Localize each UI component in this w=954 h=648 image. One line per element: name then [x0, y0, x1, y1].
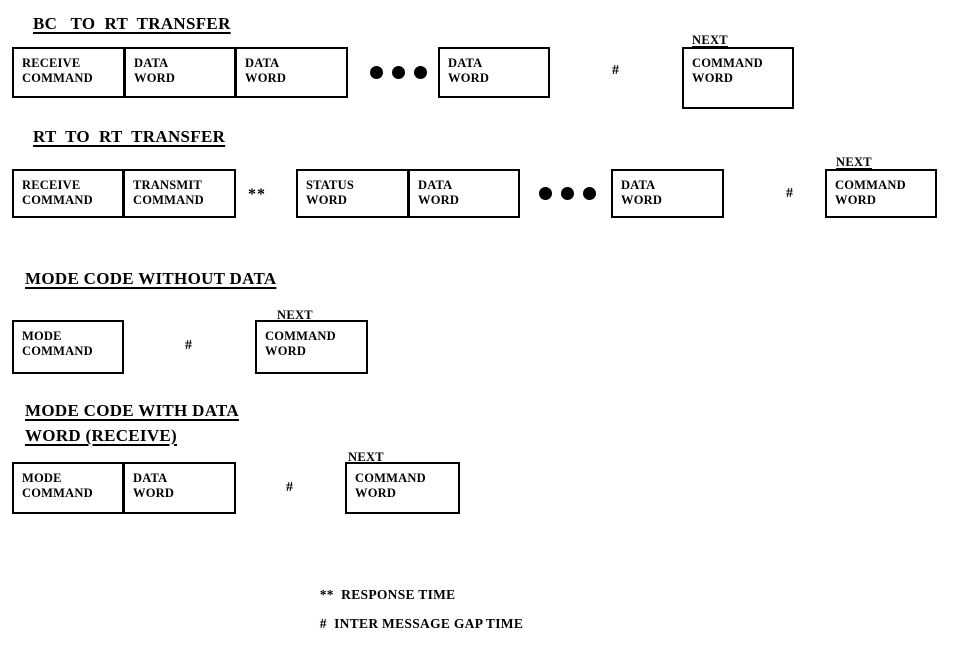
box-line-2: WORD [835, 193, 877, 207]
box-line-2: WORD [621, 193, 663, 207]
dot-icon [561, 187, 574, 200]
box-line-1: RECEIVE [22, 178, 81, 192]
box-line-2: WORD [134, 71, 176, 85]
section-title-mode-code-with-data-line1: MODE CODE WITH DATA [25, 401, 239, 420]
gap-time-marker-bc-to-rt: # [612, 63, 619, 78]
diagram-canvas: BC TO RT TRANSFER RECEIVE COMMAND DATA W… [0, 0, 954, 631]
box-line-1: RECEIVE [22, 56, 81, 70]
next-label-bc-to-rt: NEXT [692, 33, 728, 47]
section-title-mode-code-without-data: MODE CODE WITHOUT DATA [25, 269, 277, 288]
legend-symbol-inter-message-gap-time: # [319, 616, 327, 631]
next-label-rt-to-rt: NEXT [836, 155, 872, 169]
box-line-2: WORD [355, 486, 397, 500]
box-line-1: STATUS [306, 178, 354, 192]
message-box-status-word-rt: STATUS WORD [296, 169, 409, 218]
box-line-2: WORD [418, 193, 460, 207]
box-line-2: COMMAND [22, 486, 93, 500]
box-line-2: WORD [448, 71, 490, 85]
message-box-receive-command: RECEIVE COMMAND [12, 47, 125, 98]
box-line-2: COMMAND [22, 344, 93, 358]
dot-icon [583, 187, 596, 200]
box-line-1: DATA [134, 56, 169, 70]
dot-icon [370, 66, 383, 79]
box-line-2: WORD [306, 193, 348, 207]
box-line-1: COMMAND [355, 471, 426, 485]
message-box-next-command-word-mode-code-without-data: COMMAND WORD [255, 320, 368, 374]
section-title-rt-to-rt-transfer: RT TO RT TRANSFER [33, 127, 226, 146]
box-line-2: COMMAND [22, 193, 93, 207]
box-line-2: COMMAND [22, 71, 93, 85]
gap-time-marker-mode-code-without-data: # [185, 338, 192, 353]
dot-icon [392, 66, 405, 79]
legend-text-inter-message-gap-time: INTER MESSAGE GAP TIME [334, 616, 524, 631]
gap-time-marker-mode-code-with-data: # [286, 480, 293, 495]
box-line-1: MODE [22, 329, 62, 343]
box-line-1: DATA [621, 178, 656, 192]
message-box-data-word-with-data: DATA WORD [123, 462, 236, 514]
box-line-2: WORD [245, 71, 287, 85]
box-line-1: DATA [448, 56, 483, 70]
message-box-mode-command-with-data: MODE COMMAND [12, 462, 124, 514]
box-line-1: DATA [133, 471, 168, 485]
box-line-1: COMMAND [692, 56, 763, 70]
box-line-1: COMMAND [265, 329, 336, 343]
box-line-1: MODE [22, 471, 62, 485]
message-box-data-word-rt-last: DATA WORD [611, 169, 724, 218]
dot-icon [414, 66, 427, 79]
message-box-next-command-word-mode-code-with-data: COMMAND WORD [345, 462, 460, 514]
box-line-1: DATA [245, 56, 280, 70]
section-title-bc-to-rt-transfer: BC TO RT TRANSFER [33, 14, 231, 33]
box-line-2: COMMAND [133, 193, 204, 207]
box-line-2: WORD [265, 344, 307, 358]
message-box-receive-command-rt: RECEIVE COMMAND [12, 169, 124, 218]
ellipsis-dots-rt-to-rt [539, 187, 596, 200]
gap-time-marker-rt-to-rt: # [786, 186, 793, 201]
message-box-next-command-word-bc-to-rt: COMMAND WORD [682, 47, 794, 109]
message-box-data-word-1: DATA WORD [124, 47, 236, 98]
message-box-data-word-2: DATA WORD [235, 47, 348, 98]
legend-row-inter-message-gap-time: # INTER MESSAGE GAP TIME [305, 600, 523, 648]
box-line-1: TRANSMIT [133, 178, 202, 192]
message-box-data-word-last: DATA WORD [438, 47, 550, 98]
box-line-2: WORD [692, 71, 734, 85]
box-line-1: DATA [418, 178, 453, 192]
section-title-mode-code-with-data-line2: WORD (RECEIVE) [25, 426, 178, 445]
ellipsis-dots-bc-to-rt [370, 66, 427, 79]
response-time-marker-rt-to-rt: ** [248, 186, 266, 203]
box-line-2: WORD [133, 486, 175, 500]
dot-icon [539, 187, 552, 200]
message-box-data-word-rt-1: DATA WORD [408, 169, 520, 218]
box-line-1: COMMAND [835, 178, 906, 192]
message-box-next-command-word-rt-to-rt: COMMAND WORD [825, 169, 937, 218]
message-box-transmit-command-rt: TRANSMIT COMMAND [123, 169, 236, 218]
message-box-mode-command-without-data: MODE COMMAND [12, 320, 124, 374]
